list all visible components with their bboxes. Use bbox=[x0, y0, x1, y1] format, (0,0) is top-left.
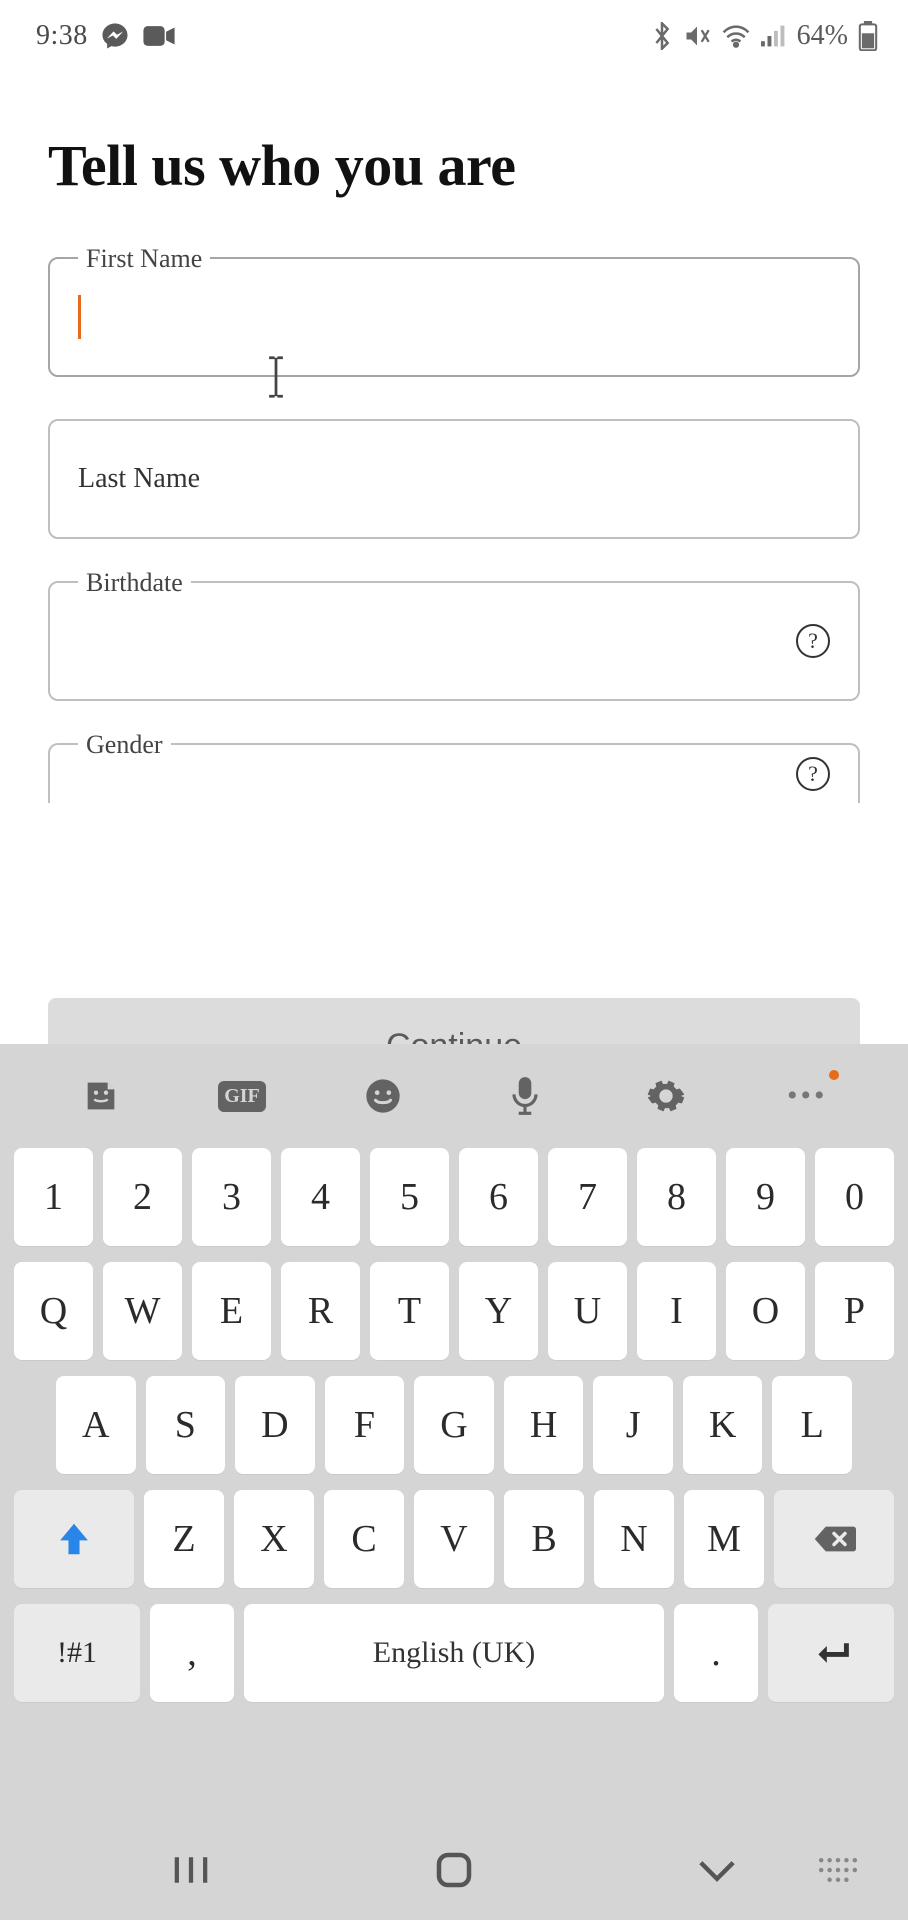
keyboard-keys: 1234567890 QWERTYUIOP ASDFGHJKL ZXCVBNM … bbox=[0, 1148, 908, 1702]
key-j[interactable]: J bbox=[593, 1376, 673, 1474]
first-name-field[interactable]: First Name bbox=[48, 257, 860, 377]
key-q[interactable]: Q bbox=[14, 1262, 93, 1360]
birthdate-help-icon[interactable]: ? bbox=[796, 624, 830, 658]
nav-recent-icon[interactable] bbox=[161, 1840, 221, 1900]
nav-keyboard-switch-icon[interactable] bbox=[808, 1840, 868, 1900]
video-icon bbox=[142, 23, 176, 49]
key-t[interactable]: T bbox=[370, 1262, 449, 1360]
gif-icon[interactable]: GIF bbox=[218, 1072, 266, 1120]
key-k[interactable]: K bbox=[683, 1376, 763, 1474]
page-content: Tell us who you are First Name Last Name… bbox=[0, 72, 908, 803]
key-8[interactable]: 8 bbox=[637, 1148, 716, 1246]
key-y[interactable]: Y bbox=[459, 1262, 538, 1360]
nav-back-icon[interactable] bbox=[687, 1840, 747, 1900]
key-0[interactable]: 0 bbox=[815, 1148, 894, 1246]
wifi-icon bbox=[721, 24, 751, 48]
period-key[interactable]: . bbox=[674, 1604, 758, 1702]
signal-icon bbox=[761, 25, 787, 47]
gender-label: Gender bbox=[78, 730, 171, 760]
backspace-key[interactable] bbox=[774, 1490, 894, 1588]
gender-field-wrap: Gender ? bbox=[48, 743, 860, 803]
bluetooth-icon bbox=[651, 22, 673, 50]
key-u[interactable]: U bbox=[548, 1262, 627, 1360]
first-name-label: First Name bbox=[78, 244, 210, 274]
key-p[interactable]: P bbox=[815, 1262, 894, 1360]
gender-field[interactable]: Gender ? bbox=[48, 743, 860, 803]
more-icon[interactable]: ••• bbox=[783, 1072, 831, 1120]
space-key[interactable]: English (UK) bbox=[244, 1604, 664, 1702]
settings-icon[interactable] bbox=[642, 1072, 690, 1120]
last-name-field-wrap: Last Name bbox=[48, 419, 860, 539]
volume-mute-icon bbox=[683, 23, 711, 49]
comma-key[interactable]: , bbox=[150, 1604, 234, 1702]
key-w[interactable]: W bbox=[103, 1262, 182, 1360]
gender-help-icon[interactable]: ? bbox=[796, 757, 830, 791]
key-9[interactable]: 9 bbox=[726, 1148, 805, 1246]
key-d[interactable]: D bbox=[235, 1376, 315, 1474]
key-z[interactable]: Z bbox=[144, 1490, 224, 1588]
last-name-field[interactable]: Last Name bbox=[48, 419, 860, 539]
keyboard-toolbar: GIF ••• bbox=[0, 1044, 908, 1148]
symbols-key[interactable]: !#1 bbox=[14, 1604, 140, 1702]
key-6[interactable]: 6 bbox=[459, 1148, 538, 1246]
key-i[interactable]: I bbox=[637, 1262, 716, 1360]
birthdate-field[interactable]: Birthdate ? bbox=[48, 581, 860, 701]
key-7[interactable]: 7 bbox=[548, 1148, 627, 1246]
nav-bar bbox=[0, 1820, 908, 1920]
page-title: Tell us who you are bbox=[48, 132, 860, 199]
key-s[interactable]: S bbox=[146, 1376, 226, 1474]
key-x[interactable]: X bbox=[234, 1490, 314, 1588]
status-time: 9:38 bbox=[36, 20, 88, 52]
key-5[interactable]: 5 bbox=[370, 1148, 449, 1246]
status-right: 64% bbox=[651, 20, 878, 52]
shift-key[interactable] bbox=[14, 1490, 134, 1588]
key-n[interactable]: N bbox=[594, 1490, 674, 1588]
first-name-field-wrap: First Name bbox=[48, 257, 860, 377]
messenger-icon bbox=[100, 21, 130, 51]
key-f[interactable]: F bbox=[325, 1376, 405, 1474]
battery-icon bbox=[858, 21, 878, 51]
key-o[interactable]: O bbox=[726, 1262, 805, 1360]
status-left: 9:38 bbox=[36, 20, 176, 52]
birthdate-label: Birthdate bbox=[78, 568, 191, 598]
sticker-icon[interactable] bbox=[77, 1072, 125, 1120]
ibeam-cursor-icon bbox=[263, 355, 289, 404]
key-c[interactable]: C bbox=[324, 1490, 404, 1588]
key-3[interactable]: 3 bbox=[192, 1148, 271, 1246]
text-cursor-icon bbox=[78, 295, 81, 339]
birthdate-field-wrap: Birthdate ? bbox=[48, 581, 860, 701]
key-a[interactable]: A bbox=[56, 1376, 136, 1474]
key-1[interactable]: 1 bbox=[14, 1148, 93, 1246]
nav-home-icon[interactable] bbox=[424, 1840, 484, 1900]
key-l[interactable]: L bbox=[772, 1376, 852, 1474]
key-m[interactable]: M bbox=[684, 1490, 764, 1588]
enter-key[interactable] bbox=[768, 1604, 894, 1702]
key-b[interactable]: B bbox=[504, 1490, 584, 1588]
last-name-placeholder: Last Name bbox=[78, 463, 200, 495]
keyboard: GIF ••• 1234567890 QWERTYUIOP ASDFGHJKL … bbox=[0, 1044, 908, 1920]
key-2[interactable]: 2 bbox=[103, 1148, 182, 1246]
key-v[interactable]: V bbox=[414, 1490, 494, 1588]
key-h[interactable]: H bbox=[504, 1376, 584, 1474]
key-r[interactable]: R bbox=[281, 1262, 360, 1360]
emoji-icon[interactable] bbox=[359, 1072, 407, 1120]
key-e[interactable]: E bbox=[192, 1262, 271, 1360]
key-g[interactable]: G bbox=[414, 1376, 494, 1474]
mic-icon[interactable] bbox=[501, 1072, 549, 1120]
key-4[interactable]: 4 bbox=[281, 1148, 360, 1246]
status-bar: 9:38 64% bbox=[0, 0, 908, 72]
battery-percentage: 64% bbox=[797, 20, 848, 52]
